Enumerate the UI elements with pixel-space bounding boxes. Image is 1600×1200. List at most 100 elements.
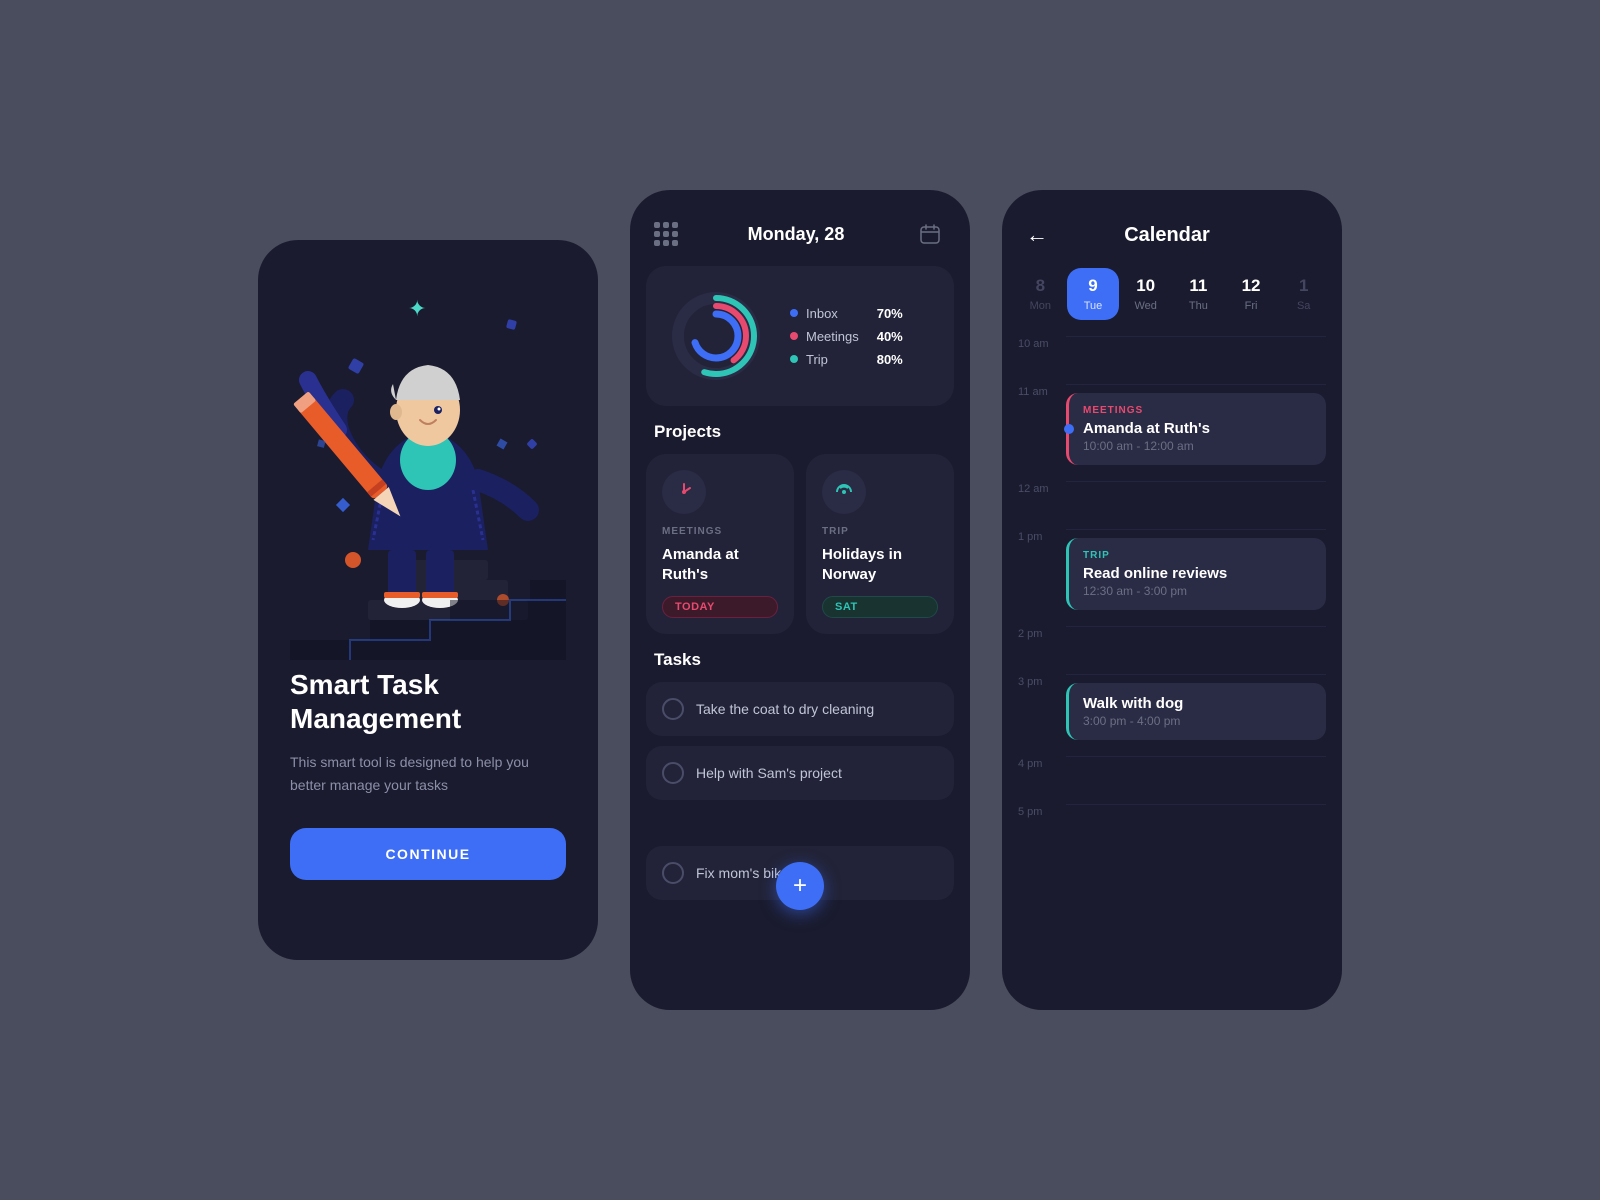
onboarding-screen: ✦	[258, 240, 598, 960]
day-num-10: 10	[1136, 276, 1155, 296]
trip-project-name: Holidays in Norway	[822, 545, 938, 584]
sparkle-icon: ✦	[408, 296, 426, 322]
day-num-11: 11	[1189, 276, 1207, 296]
projects-row: MEETINGS Amanda at Ruth's TODAY TRIP Hol…	[630, 454, 970, 650]
event-category-trip: TRIP	[1083, 550, 1312, 561]
day-selector: 8 Mon 9 Tue 10 Wed 11 Thu 12 Fri 1 Sa	[1002, 268, 1342, 336]
time-slot-2pm: 2 pm	[1018, 626, 1326, 674]
event-time-walk: 3:00 pm - 4:00 pm	[1083, 714, 1312, 728]
trip-dot	[790, 355, 798, 363]
chart-card: Inbox 70% Meetings 40% Trip 80%	[646, 266, 954, 406]
day-label-1: Sa	[1297, 300, 1310, 312]
time-4pm: 4 pm	[1018, 756, 1054, 804]
add-task-fab[interactable]: +	[776, 862, 824, 910]
project-card-meetings[interactable]: MEETINGS Amanda at Ruth's TODAY	[646, 454, 794, 634]
meetings-project-tag: TODAY	[662, 596, 778, 618]
inbox-dot	[790, 309, 798, 317]
event-title-amanda: Amanda at Ruth's	[1083, 420, 1312, 437]
event-walk-dog[interactable]: Walk with dog 3:00 pm - 4:00 pm	[1066, 683, 1326, 740]
onboarding-content: Smart Task Management This smart tool is…	[290, 668, 566, 880]
trip-project-icon	[822, 470, 866, 514]
back-button[interactable]: ←	[1022, 218, 1052, 252]
time-slot-4pm: 4 pm	[1018, 756, 1326, 804]
time-slot-10am: 10 am	[1018, 336, 1326, 384]
task-text-2: Fix mom's bike	[696, 865, 789, 881]
legend-trip: Trip 80%	[790, 352, 903, 367]
time-slot-3pm: 3 pm Walk with dog 3:00 pm - 4:00 pm	[1018, 674, 1326, 756]
day-item-10[interactable]: 10 Wed	[1119, 268, 1172, 320]
task-checkbox-2[interactable]	[662, 862, 684, 884]
calendar-icon[interactable]	[914, 218, 946, 250]
event-title-walk: Walk with dog	[1083, 695, 1312, 712]
meetings-label: Meetings	[806, 329, 859, 344]
time-5pm: 5 pm	[1018, 804, 1054, 852]
day-label-12: Fri	[1245, 300, 1258, 312]
illustration-area: ✦	[290, 240, 566, 660]
inbox-pct: 70%	[867, 306, 903, 321]
project-card-trip[interactable]: TRIP Holidays in Norway SAT	[806, 454, 954, 634]
event-timeline-dot	[1064, 424, 1074, 434]
time-3pm: 3 pm	[1018, 674, 1054, 756]
day-label-9: Tue	[1084, 300, 1103, 312]
event-read-reviews[interactable]: TRIP Read online reviews 12:30 am - 3:00…	[1066, 538, 1326, 610]
day-num-12: 12	[1242, 276, 1261, 296]
trip-pct: 80%	[867, 352, 903, 367]
day-num-9: 9	[1088, 276, 1097, 296]
meetings-project-icon	[662, 470, 706, 514]
day-item-11[interactable]: 11 Thu	[1172, 268, 1225, 320]
time-slot-12am: 12 am	[1018, 481, 1326, 529]
calendar-header: ← Calendar	[1002, 190, 1342, 268]
grid-menu-icon[interactable]	[654, 222, 678, 246]
timeline[interactable]: 10 am 11 am MEETINGS Amanda at Ruth's 10…	[1002, 336, 1342, 1010]
inbox-label: Inbox	[806, 306, 838, 321]
meetings-project-category: MEETINGS	[662, 526, 778, 537]
tasks-list: Take the coat to dry cleaning Help with …	[630, 682, 970, 900]
time-slot-1pm: 1 pm TRIP Read online reviews 12:30 am -…	[1018, 529, 1326, 626]
day-item-9[interactable]: 9 Tue	[1067, 268, 1120, 320]
dashboard-date: Monday, 28	[748, 224, 845, 245]
event-amanda[interactable]: MEETINGS Amanda at Ruth's 10:00 am - 12:…	[1066, 393, 1326, 465]
day-label-11: Thu	[1189, 300, 1208, 312]
event-title-reviews: Read online reviews	[1083, 565, 1312, 582]
chart-legend: Inbox 70% Meetings 40% Trip 80%	[790, 306, 903, 367]
day-label-10: Wed	[1134, 300, 1156, 312]
time-11am: 11 am	[1018, 384, 1054, 481]
projects-section-title: Projects	[630, 422, 970, 454]
event-category-meetings: MEETINGS	[1083, 405, 1312, 416]
time-slot-11am: 11 am MEETINGS Amanda at Ruth's 10:00 am…	[1018, 384, 1326, 481]
dashboard-header: Monday, 28	[630, 190, 970, 266]
day-label-8: Mon	[1030, 300, 1051, 312]
event-time-amanda: 10:00 am - 12:00 am	[1083, 439, 1312, 453]
trip-project-tag: SAT	[822, 596, 938, 618]
task-item-1[interactable]: Help with Sam's project	[646, 746, 954, 800]
day-num-8: 8	[1036, 276, 1045, 296]
time-slot-5pm: 5 pm	[1018, 804, 1326, 852]
onboarding-subtitle: This smart tool is designed to help you …	[290, 751, 566, 796]
trip-label: Trip	[806, 352, 828, 367]
time-1pm: 1 pm	[1018, 529, 1054, 626]
trip-project-category: TRIP	[822, 526, 938, 537]
dashboard-screen: Monday, 28	[630, 190, 970, 1010]
donut-chart	[666, 286, 766, 386]
task-text-0: Take the coat to dry cleaning	[696, 701, 874, 717]
continue-button[interactable]: CONTINUE	[290, 828, 566, 880]
task-item-0[interactable]: Take the coat to dry cleaning	[646, 682, 954, 736]
meetings-project-name: Amanda at Ruth's	[662, 545, 778, 584]
event-time-reviews: 12:30 am - 3:00 pm	[1083, 584, 1312, 598]
legend-inbox: Inbox 70%	[790, 306, 903, 321]
task-text-1: Help with Sam's project	[696, 765, 842, 781]
task-checkbox-0[interactable]	[662, 698, 684, 720]
day-item-8[interactable]: 8 Mon	[1014, 268, 1067, 320]
time-2pm: 2 pm	[1018, 626, 1054, 674]
calendar-screen: ← Calendar 8 Mon 9 Tue 10 Wed 11 Thu	[1002, 190, 1342, 1010]
time-10am: 10 am	[1018, 336, 1054, 384]
day-item-1[interactable]: 1 Sa	[1277, 268, 1330, 320]
task-checkbox-1[interactable]	[662, 762, 684, 784]
meetings-pct: 40%	[867, 329, 903, 344]
time-12am: 12 am	[1018, 481, 1054, 529]
meetings-dot	[790, 332, 798, 340]
onboarding-title: Smart Task Management	[290, 668, 566, 735]
stairs-decoration	[290, 580, 566, 660]
tasks-section-title: Tasks	[630, 650, 970, 682]
day-item-12[interactable]: 12 Fri	[1225, 268, 1278, 320]
